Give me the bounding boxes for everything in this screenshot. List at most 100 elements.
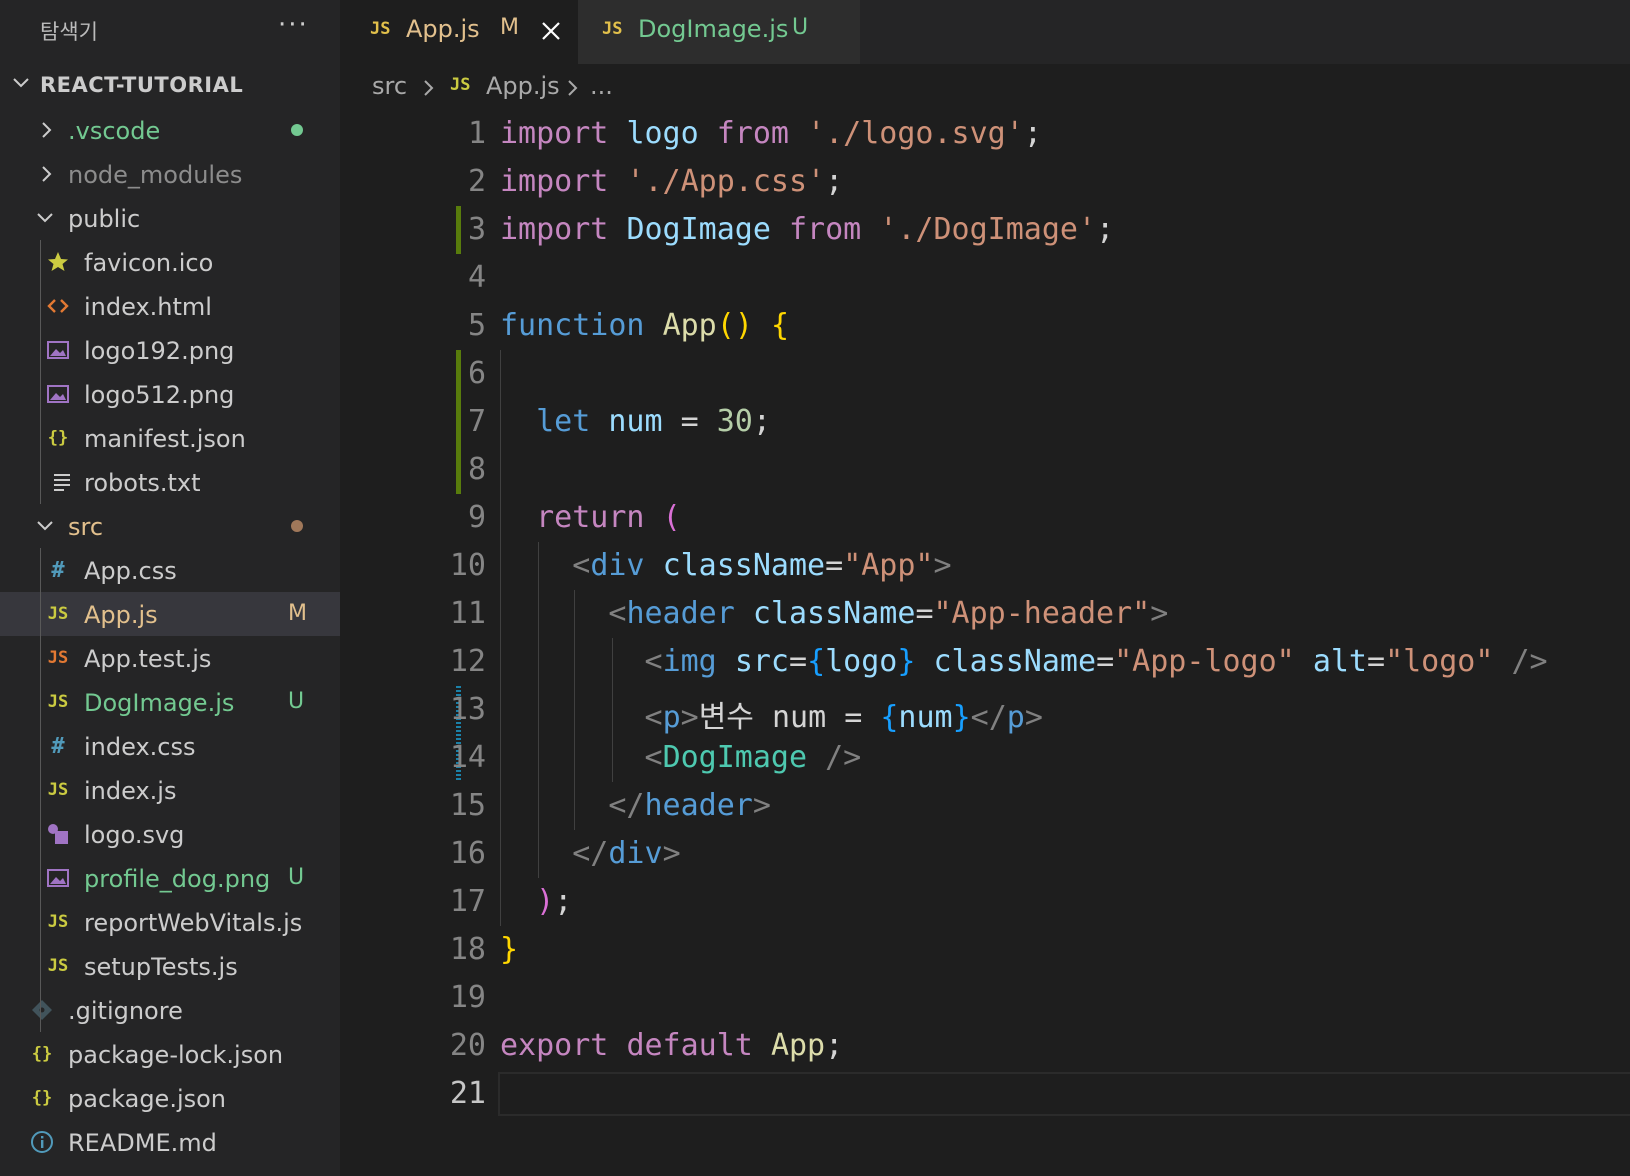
tree-item-package-lock-json[interactable]: {} package-lock.json [0,1032,340,1076]
code-text: import './App.css'; [500,164,844,199]
line-number: 14 [449,740,486,775]
code-line: 15 </header> [340,782,1630,830]
line-number: 20 [449,1028,486,1063]
chevron-right-icon [42,166,52,182]
tree-item-public[interactable]: public [0,196,340,240]
line-number: 6 [467,356,486,391]
js-icon: JS [602,19,623,39]
tab-app-js[interactable]: JS App.js M [340,0,578,64]
tree-item-label: .gitignore [68,997,183,1025]
tree-item-label: logo512.png [84,381,235,409]
tree-item-vscode[interactable]: .vscode [0,108,340,152]
tree-item-src[interactable]: src [0,504,340,548]
line-number: 17 [449,884,486,919]
line-number: 9 [467,500,486,535]
line-number: 8 [467,452,486,487]
chevron-right-icon [568,80,578,96]
line-number: 18 [449,932,486,967]
tree-item-app-js[interactable]: JS App.js M [0,592,340,636]
code-line: 4 [340,254,1630,302]
modified-badge: M [500,15,519,40]
code-text: <p>변수 num = {num}</p> [644,700,1043,735]
more-actions-icon[interactable]: ··· [278,10,309,40]
untracked-badge: U [288,865,305,890]
tree-item-node-modules[interactable]: node_modules [0,152,340,196]
code-line: 19 [340,974,1630,1022]
js-icon: JS [47,956,69,976]
tree-item-app-css[interactable]: # App.css [0,548,340,592]
breadcrumb-folder[interactable]: src [372,72,407,100]
js-icon: JS [450,75,471,95]
tree-item-readme[interactable]: README.md [0,1120,340,1164]
js-icon: JS [47,692,69,712]
tree-item-package-json[interactable]: {} package.json [0,1076,340,1120]
code-text: ); [536,884,573,919]
image-icon [47,341,69,359]
status-dot [291,124,303,136]
text-file-icon [54,474,70,491]
code-text: import DogImage from './DogImage'; [500,212,1115,247]
info-icon [31,1131,53,1153]
code-text: export default App; [500,1028,844,1063]
chevron-down-icon [13,78,29,88]
tree-item-setuptests-js[interactable]: JS setupTests.js [0,944,340,988]
tab-dogimage-js[interactable]: JS DogImage.js U [578,0,860,64]
breadcrumb: src JS App.js ... [340,64,1630,110]
indent-guide [40,548,41,1032]
explorer-header: 탐색기 ··· [0,0,340,58]
current-line-highlight [498,1072,1630,1116]
star-icon [48,252,68,271]
chevron-right-icon [42,122,52,138]
tree-item-label: favicon.ico [84,249,214,277]
file-tree: .vscode node_modules public favicon.ico … [0,108,340,1164]
code-line: 3 import DogImage from './DogImage'; [340,206,1630,254]
tree-item-index-html[interactable]: index.html [0,284,340,328]
tree-item-label: index.html [84,293,212,321]
tree-item-label: package.json [68,1085,227,1113]
breadcrumb-symbol[interactable]: ... [590,72,613,100]
code-line-current: 21 [340,1070,1630,1118]
breadcrumb-file[interactable]: App.js [486,72,560,100]
line-number: 7 [467,404,486,439]
tree-item-manifest[interactable]: {} manifest.json [0,416,340,460]
explorer-sidebar: 탐색기 ··· REACT-TUTORIAL .vscode node_modu… [0,0,340,1176]
line-number: 4 [467,260,486,295]
line-number: 16 [449,836,486,871]
workspace-root[interactable]: REACT-TUTORIAL [0,64,340,108]
code-editor[interactable]: 1 import logo from './logo.svg'; 2 impor… [340,110,1630,1118]
close-icon[interactable] [540,20,562,42]
image-icon [47,385,69,403]
tree-item-gitignore[interactable]: .gitignore [0,988,340,1032]
tree-item-label: App.test.js [84,645,212,673]
tree-item-app-test-js[interactable]: JS App.test.js [0,636,340,680]
indent-guide [500,350,501,926]
tree-item-dogimage-js[interactable]: JS DogImage.js U [0,680,340,724]
code-text: return ( [536,500,681,535]
code-line: 2 import './App.css'; [340,158,1630,206]
code-line: 13 <p>변수 num = {num}</p> [340,686,1630,735]
tree-item-index-css[interactable]: # index.css [0,724,340,768]
tree-item-profile-dog-png[interactable]: profile_dog.png U [0,856,340,900]
line-number: 3 [467,212,486,247]
tree-item-label: logo192.png [84,337,235,365]
tree-item-favicon[interactable]: favicon.ico [0,240,340,284]
tree-item-logo-svg[interactable]: logo.svg [0,812,340,856]
tab-label: App.js [406,15,480,43]
json-icon: {} [47,428,69,448]
chevron-down-icon [37,521,53,531]
modified-badge: M [288,601,307,626]
css-hash-icon: # [51,733,65,759]
tab-label: DogImage.js [638,15,789,43]
tree-item-index-js[interactable]: JS index.js [0,768,340,812]
tree-item-label: .vscode [68,117,161,145]
tree-item-label: robots.txt [84,469,201,497]
tree-item-reportwebvitals-js[interactable]: JS reportWebVitals.js [0,900,340,944]
tree-item-logo192[interactable]: logo192.png [0,328,340,372]
tree-item-logo512[interactable]: logo512.png [0,372,340,416]
code-line: 1 import logo from './logo.svg'; [340,110,1630,158]
code-text: function App() { [500,308,789,343]
line-number: 15 [449,788,486,823]
tree-item-label: App.js [84,601,158,629]
tree-item-robots[interactable]: robots.txt [0,460,340,504]
code-text: <DogImage /> [644,740,862,775]
